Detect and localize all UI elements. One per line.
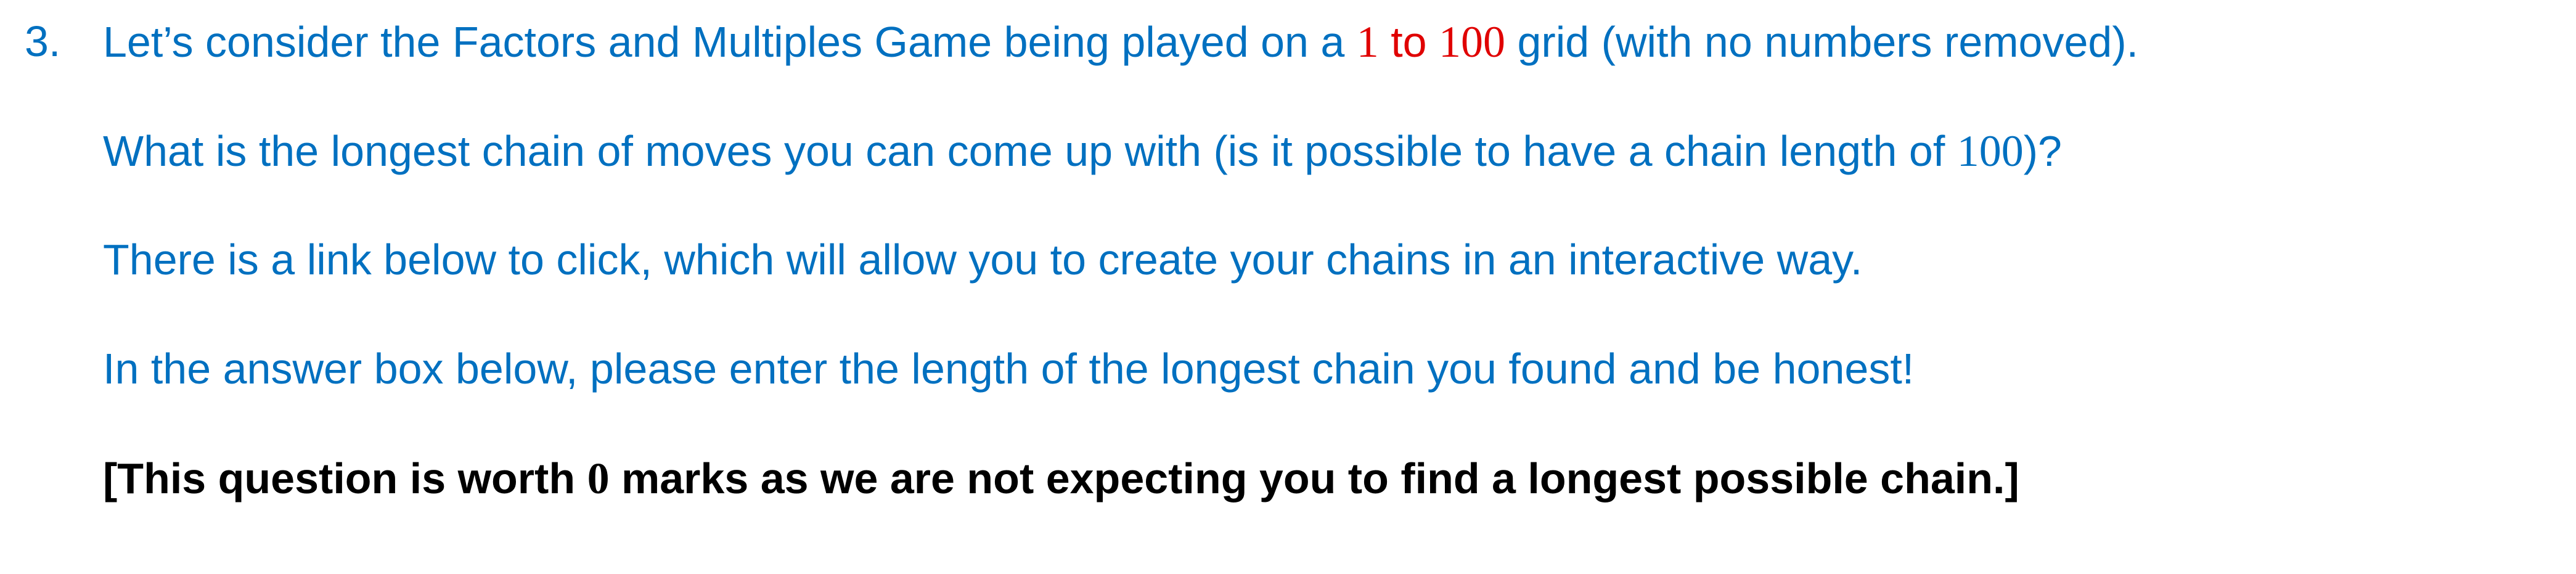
chain-question-paragraph: What is the longest chain of moves you c… — [103, 129, 2062, 173]
range-to: to — [1378, 18, 1439, 66]
marks-note-paragraph: [This question is worth 0 marks as we ar… — [103, 456, 2019, 501]
marks-note-end: marks as we are not expecting you to fin… — [609, 454, 2019, 502]
chain-question-end: )? — [2023, 127, 2062, 175]
range-start: 1 — [1356, 17, 1379, 67]
chain-length-number: 100 — [1957, 126, 2024, 176]
answer-instruction-paragraph: In the answer box below, please enter th… — [103, 345, 1915, 393]
range-end: 100 — [1439, 17, 1506, 67]
intro-paragraph: Let’s consider the Factors and Multiples… — [103, 20, 2138, 64]
marks-number: 0 — [587, 454, 610, 503]
question-number: 3. — [25, 17, 61, 65]
intro-text-end: grid (with no numbers removed). — [1505, 18, 2139, 66]
link-instruction-paragraph: There is a link below to click, which wi… — [103, 236, 1863, 284]
intro-text: Let’s consider the Factors and Multiples… — [103, 18, 1357, 66]
chain-question-text: What is the longest chain of moves you c… — [103, 127, 1957, 175]
marks-note-text: [This question is worth — [103, 454, 587, 502]
